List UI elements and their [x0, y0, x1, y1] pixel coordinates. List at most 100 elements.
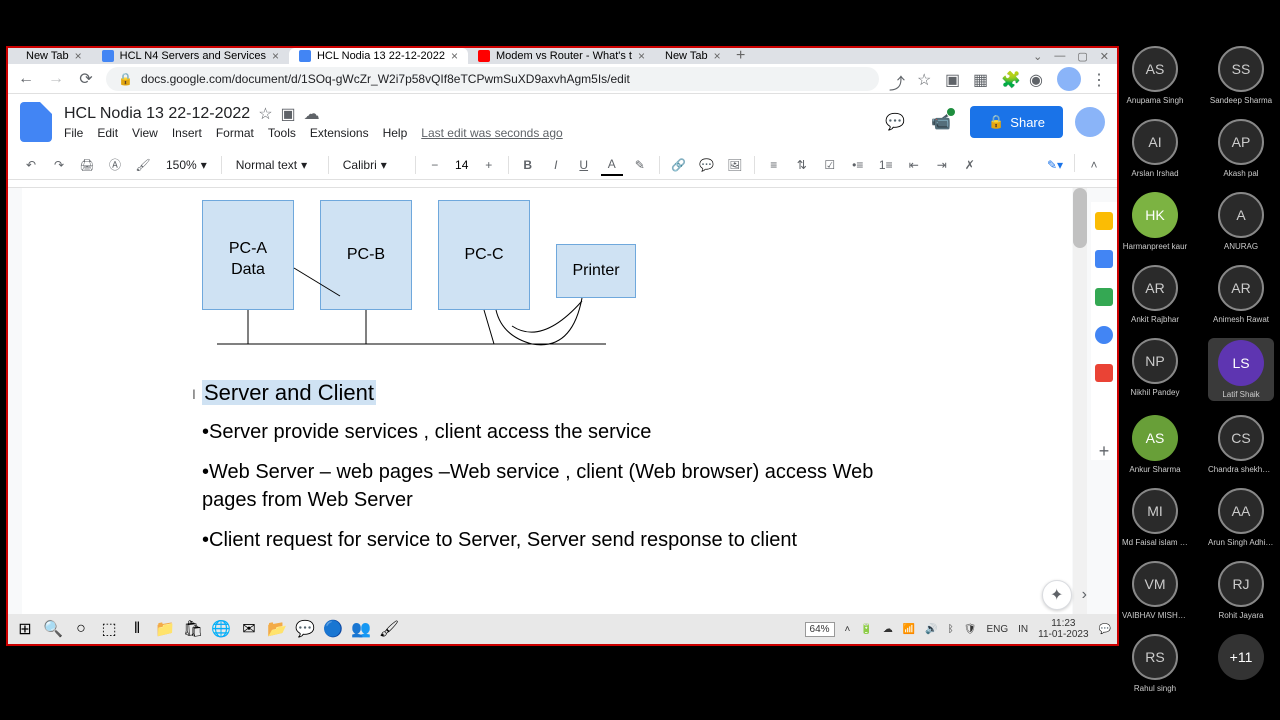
font-size-decrease[interactable]: − — [424, 154, 446, 176]
text-color-button[interactable]: A — [601, 154, 623, 176]
addon-icon[interactable]: ◉ — [1029, 70, 1047, 88]
menu-file[interactable]: File — [64, 126, 83, 140]
participant-item[interactable]: NPNikhil Pandey — [1122, 338, 1188, 401]
app-teams[interactable]: 👥 — [350, 618, 372, 640]
profile-avatar[interactable] — [1057, 67, 1081, 91]
tab-modem-router[interactable]: Modem vs Router - What's t× — [468, 48, 655, 64]
cloud-icon[interactable]: ☁ — [304, 104, 320, 124]
participant-item[interactable]: VMVAIBHAV MISHRA — [1122, 561, 1188, 620]
menu-icon[interactable]: ⋮ — [1091, 70, 1109, 88]
share-button[interactable]: 🔒 Share — [970, 106, 1063, 138]
tasks-icon[interactable] — [1095, 288, 1113, 306]
lang-indicator[interactable]: ENG — [986, 624, 1008, 635]
menu-format[interactable]: Format — [216, 126, 254, 140]
participant-item[interactable]: AANURAG — [1208, 192, 1274, 251]
battery-level[interactable]: 64% — [805, 622, 835, 637]
italic-button[interactable]: I — [545, 154, 567, 176]
notifications-icon[interactable]: 💬 — [1099, 624, 1111, 635]
clear-format-button[interactable]: ✗ — [959, 154, 981, 176]
minimize-icon[interactable]: — — [1054, 50, 1065, 63]
participant-item[interactable]: MIMd Faisal islam (... — [1122, 488, 1188, 547]
maximize-icon[interactable]: ▢ — [1077, 50, 1087, 63]
indent-increase-button[interactable]: ⇥ — [931, 154, 953, 176]
wifi-icon[interactable]: 📶 — [903, 624, 915, 635]
close-icon[interactable]: × — [638, 49, 645, 63]
comment-button[interactable]: 💬 — [696, 154, 718, 176]
cortana-icon[interactable]: ○ — [70, 618, 92, 640]
participant-item[interactable]: SSSandeep Sharma — [1208, 46, 1274, 105]
font-size-increase[interactable]: + — [478, 154, 500, 176]
menu-tools[interactable]: Tools — [268, 126, 296, 140]
participant-item[interactable]: APAkash pal — [1208, 119, 1274, 178]
move-icon[interactable]: ▣ — [281, 104, 296, 124]
bluetooth-icon[interactable]: ᛒ — [948, 624, 954, 635]
app-filemanager[interactable]: 📁 — [154, 618, 176, 640]
highlight-button[interactable]: ✎ — [629, 154, 651, 176]
reload-button[interactable]: ⟳ — [76, 69, 96, 89]
volume-icon[interactable]: 🔊 — [925, 624, 937, 635]
contacts-icon[interactable] — [1095, 326, 1113, 344]
app-paint[interactable]: 🖌 — [378, 618, 400, 640]
extensions-icon[interactable]: 🧩 — [1001, 70, 1019, 88]
spellcheck-button[interactable]: Ⓐ — [104, 154, 126, 176]
align-button[interactable]: ≡ — [763, 154, 785, 176]
star-icon[interactable]: ☆ — [258, 104, 272, 124]
forward-button[interactable]: → — [46, 69, 66, 89]
security-icon[interactable]: 🛡 — [964, 624, 977, 635]
maps-icon[interactable] — [1095, 364, 1113, 382]
task-view-icon[interactable]: ⬚ — [98, 618, 120, 640]
explore-button[interactable]: ✦ — [1042, 580, 1072, 610]
participant-item[interactable]: ASAnkur Sharma — [1122, 415, 1188, 474]
font-select[interactable]: Calibri▾ — [337, 158, 407, 172]
cast-icon[interactable]: ▣ — [945, 70, 963, 88]
redo-button[interactable]: ↷ — [48, 154, 70, 176]
participant-item[interactable]: RSRahul singh — [1122, 634, 1188, 693]
menu-insert[interactable]: Insert — [172, 126, 202, 140]
zoom-select[interactable]: 150%▾ — [160, 158, 213, 172]
style-select[interactable]: Normal text▾ — [230, 158, 320, 172]
close-icon[interactable]: × — [451, 49, 458, 63]
document-page[interactable]: PC-A Data PC-B PC-C Printer I Server and… — [22, 188, 1072, 618]
doc-title[interactable]: HCL Nodia 13 22-12-2022 — [64, 105, 250, 123]
collapse-toolbar-button[interactable]: ˄ — [1083, 154, 1105, 176]
clock[interactable]: 11:23 11-01-2023 — [1038, 618, 1088, 640]
url-input[interactable]: 🔒 docs.google.com/document/d/1SOq-gWcZr_… — [106, 67, 879, 91]
participant-item[interactable]: CSChandra shekhar... — [1208, 415, 1274, 474]
participant-item[interactable]: LSLatif Shaik — [1208, 338, 1274, 401]
number-list-button[interactable]: 1≡ — [875, 154, 897, 176]
close-icon[interactable]: × — [272, 49, 279, 63]
participant-item[interactable]: +11 — [1208, 634, 1274, 693]
participant-item[interactable]: AAArun Singh Adhik... — [1208, 488, 1274, 547]
menu-help[interactable]: Help — [383, 126, 408, 140]
close-icon[interactable]: ✕ — [1100, 50, 1109, 63]
bullet-list-button[interactable]: •≡ — [847, 154, 869, 176]
back-button[interactable]: ← — [16, 69, 36, 89]
menu-view[interactable]: View — [132, 126, 158, 140]
participant-item[interactable]: ARAnkit Rajbhar — [1122, 265, 1188, 324]
participant-item[interactable]: HKHarmanpreet kaur — [1122, 192, 1188, 251]
star-icon[interactable]: ☆ — [917, 70, 935, 88]
line-spacing-button[interactable]: ⇅ — [791, 154, 813, 176]
font-size-input[interactable]: 14 — [452, 158, 472, 172]
close-icon[interactable]: × — [75, 49, 82, 63]
app-chrome[interactable]: 🔵 — [322, 618, 344, 640]
menu-edit[interactable]: Edit — [97, 126, 118, 140]
tab-new-tab-1[interactable]: New Tab× — [16, 48, 92, 64]
underline-button[interactable]: U — [573, 154, 595, 176]
app-whatsapp[interactable]: 💬 — [294, 618, 316, 640]
docs-logo-icon[interactable] — [20, 102, 52, 142]
scrollbar[interactable] — [1073, 188, 1087, 618]
tray-chevron-icon[interactable]: ˄ — [845, 624, 851, 635]
side-panel-toggle[interactable]: › — [1082, 586, 1087, 604]
app-explorer[interactable]: 📂 — [266, 618, 288, 640]
app-edge[interactable]: 🌐 — [210, 618, 232, 640]
share-icon[interactable]: ⤴ — [889, 70, 907, 88]
comment-history-icon[interactable]: 💬 — [878, 105, 912, 139]
onedrive-icon[interactable]: ☁ — [883, 624, 893, 635]
close-icon[interactable]: × — [714, 49, 721, 63]
add-addon-icon[interactable]: + — [1095, 442, 1113, 460]
search-button[interactable]: 🔍 — [42, 618, 64, 640]
print-button[interactable]: 🖨 — [76, 154, 98, 176]
panel-icon[interactable]: ▦ — [973, 70, 991, 88]
meet-icon[interactable]: 📹 — [924, 105, 958, 139]
